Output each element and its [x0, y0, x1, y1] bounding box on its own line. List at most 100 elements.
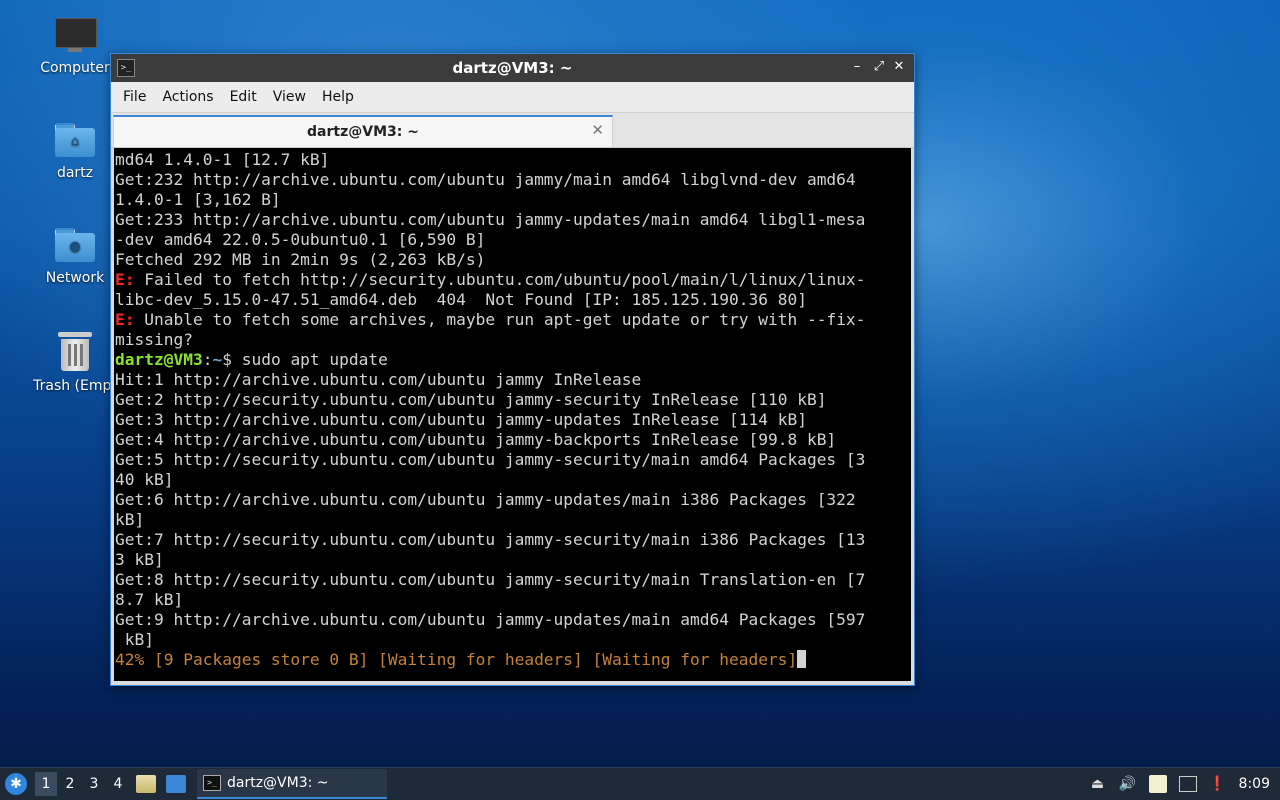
line-text: kB] [115, 630, 154, 649]
terminal-output[interactable]: md64 1.4.0-1 [12.7 kB] Get:232 http://arc… [114, 148, 911, 681]
home-folder-icon: ⌂ [55, 123, 95, 157]
terminal-line: E: Failed to fetch http://security.ubunt… [115, 270, 911, 290]
taskbar: ✱ 1 2 3 4 >_ dartz@VM3: ~ ⏏ 🔊 ❗ 8:09 [0, 767, 1280, 800]
menu-edit[interactable]: Edit [222, 89, 265, 105]
start-menu-icon[interactable]: ✱ [5, 773, 27, 795]
line-text: -dev amd64 22.0.5-0ubuntu0.1 [6,590 B] [115, 230, 486, 249]
terminal-line: Get:5 http://security.ubuntu.com/ubuntu … [115, 450, 911, 470]
tab-bar: dartz@VM3: ~ ✕ [111, 113, 914, 148]
terminal-line: Get:233 http://archive.ubuntu.com/ubuntu… [115, 210, 911, 230]
tab-title: dartz@VM3: ~ [307, 124, 419, 140]
progress-text: 42% [9 Packages store 0 B] [Waiting for … [115, 650, 798, 669]
menu-view[interactable]: View [265, 89, 314, 105]
terminal-line: Hit:1 http://archive.ubuntu.com/ubuntu j… [115, 370, 911, 390]
terminal-text: md64 1.4.0-1 [12.7 kB] Get:232 http://arc… [114, 148, 911, 670]
terminal-line: dartz@VM3:~$ sudo apt update [115, 350, 911, 370]
prompt-separator: : [202, 350, 213, 369]
terminal-line: Fetched 292 MB in 2min 9s (2,263 kB/s) [115, 250, 911, 270]
line-text: Get:6 http://archive.ubuntu.com/ubuntu j… [115, 490, 856, 509]
task-label: dartz@VM3: ~ [227, 775, 329, 791]
clock[interactable]: 8:09 [1239, 776, 1270, 792]
terminal-line: 8.7 kB] [115, 590, 911, 610]
line-text: missing? [115, 330, 193, 349]
workspace-4[interactable]: 4 [107, 772, 129, 796]
terminal-line: Get:6 http://archive.ubuntu.com/ubuntu j… [115, 490, 911, 510]
menu-help[interactable]: Help [314, 89, 362, 105]
desktop-icon-label: Trash (Empt [33, 378, 117, 394]
terminal-line: kB] [115, 630, 911, 650]
terminal-line: Get:9 http://archive.ubuntu.com/ubuntu j… [115, 610, 911, 630]
line-text: Get:233 http://archive.ubuntu.com/ubuntu… [115, 210, 866, 229]
terminal-line: 3 kB] [115, 550, 911, 570]
error-prefix: E: [115, 270, 135, 289]
progress-line: 42% [9 Packages store 0 B] [Waiting for … [115, 650, 911, 670]
line-text: 3 kB] [115, 550, 164, 569]
terminal-line: Get:8 http://security.ubuntu.com/ubuntu … [115, 570, 911, 590]
line-text: Get:5 http://security.ubuntu.com/ubuntu … [115, 450, 866, 469]
clipboard-icon[interactable] [1148, 775, 1167, 793]
desktop-icon-home[interactable]: ⌂ dartz [30, 123, 120, 181]
line-text: Get:2 http://security.ubuntu.com/ubuntu … [115, 390, 827, 409]
terminal-line: Get:3 http://archive.ubuntu.com/ubuntu j… [115, 410, 911, 430]
desktop-icon-label: Network [45, 270, 105, 286]
line-text: $ sudo apt update [222, 350, 388, 369]
line-text: md64 1.4.0-1 [12.7 kB] [115, 150, 330, 169]
taskbar-task-terminal[interactable]: >_ dartz@VM3: ~ [197, 769, 387, 799]
terminal-cursor [797, 650, 807, 668]
prompt-user: dartz@VM3 [115, 350, 203, 369]
terminal-line: md64 1.4.0-1 [12.7 kB] [115, 150, 911, 170]
show-desktop-icon[interactable] [166, 775, 186, 793]
window-titlebar[interactable]: >_ dartz@VM3: ~ – ⤢ ✕ [111, 54, 914, 82]
line-text: Get:4 http://archive.ubuntu.com/ubuntu j… [115, 430, 837, 449]
line-text: 40 kB] [115, 470, 174, 489]
line-text: libc-dev_5.15.0-47.51_amd64.deb 404 Not … [115, 290, 807, 309]
terminal-line: 40 kB] [115, 470, 911, 490]
menu-bar: File Actions Edit View Help [111, 82, 914, 113]
network-icon[interactable] [1178, 776, 1197, 792]
computer-icon [55, 18, 97, 52]
line-text: Hit:1 http://archive.ubuntu.com/ubuntu j… [115, 370, 642, 389]
terminal-line: E: Unable to fetch some archives, maybe … [115, 310, 911, 330]
terminal-line: Get:232 http://archive.ubuntu.com/ubuntu… [115, 170, 911, 190]
file-manager-icon[interactable] [136, 775, 156, 793]
line-text: Fetched 292 MB in 2min 9s (2,263 kB/s) [115, 250, 486, 269]
terminal-window[interactable]: >_ dartz@VM3: ~ – ⤢ ✕ File Actions Edit … [110, 53, 915, 686]
volume-icon[interactable]: 🔊 [1119, 775, 1137, 793]
tab-close-icon[interactable]: ✕ [591, 121, 604, 139]
prompt-path: ~ [212, 350, 223, 369]
desktop-icon-label: dartz [56, 165, 94, 181]
network-folder-icon: ● [55, 228, 95, 262]
terminal-line: libc-dev_5.15.0-47.51_amd64.deb 404 Not … [115, 290, 911, 310]
terminal-tab[interactable]: dartz@VM3: ~ ✕ [113, 115, 613, 147]
workspace-3[interactable]: 3 [83, 772, 105, 796]
desktop-icon-network[interactable]: ● Network [30, 228, 120, 286]
workspace-1[interactable]: 1 [35, 772, 57, 796]
line-text: kB] [115, 510, 145, 529]
line-text: 1.4.0-1 [3,162 B] [115, 190, 281, 209]
line-text: Get:9 http://archive.ubuntu.com/ubuntu j… [115, 610, 866, 629]
trash-icon [58, 332, 92, 372]
line-text: Get:8 http://security.ubuntu.com/ubuntu … [115, 570, 866, 589]
update-notifier-icon[interactable]: ❗ [1209, 775, 1227, 793]
line-text: Get:232 http://archive.ubuntu.com/ubuntu… [115, 170, 856, 189]
terminal-line: Get:4 http://archive.ubuntu.com/ubuntu j… [115, 430, 911, 450]
close-button[interactable]: ✕ [890, 58, 908, 76]
minimize-button[interactable]: – [848, 58, 866, 76]
error-prefix: E: [115, 310, 135, 329]
window-title: dartz@VM3: ~ [452, 59, 573, 77]
line-text: Get:3 http://archive.ubuntu.com/ubuntu j… [115, 410, 807, 429]
system-tray: ⏏ 🔊 ❗ 8:09 [1083, 775, 1280, 793]
line-text: Failed to fetch http://security.ubuntu.c… [134, 270, 866, 289]
desktop-icon-label: Computer [40, 60, 110, 76]
eject-icon[interactable]: ⏏ [1089, 775, 1107, 793]
terminal-line: missing? [115, 330, 911, 350]
line-text: Get:7 http://security.ubuntu.com/ubuntu … [115, 530, 866, 549]
workspace-2[interactable]: 2 [59, 772, 81, 796]
desktop-icon-computer[interactable]: Computer [30, 18, 120, 76]
terminal-line: -dev amd64 22.0.5-0ubuntu0.1 [6,590 B] [115, 230, 911, 250]
maximize-button[interactable]: ⤢ [870, 58, 888, 76]
line-text: 8.7 kB] [115, 590, 184, 609]
terminal-line: kB] [115, 510, 911, 530]
menu-actions[interactable]: Actions [154, 89, 221, 105]
menu-file[interactable]: File [115, 89, 154, 105]
